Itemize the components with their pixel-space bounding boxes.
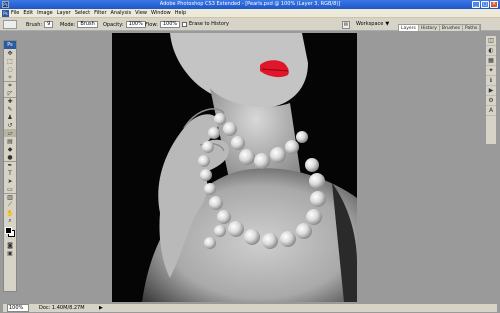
- brush-option: Brush: 9: [26, 21, 54, 28]
- tab-paths[interactable]: Paths: [463, 25, 481, 31]
- navigator-panel-icon[interactable]: ◫: [486, 36, 496, 46]
- brush-icon[interactable]: ✎: [4, 105, 16, 113]
- close-button[interactable]: ×: [490, 1, 498, 8]
- workspace-menu[interactable]: Workspace ▼: [356, 21, 389, 27]
- flow-label: Flow:: [145, 21, 158, 28]
- status-bar: 100% Doc: 1.40M/8.27M ▶: [3, 303, 497, 312]
- document-canvas[interactable]: [112, 33, 357, 302]
- title-bar: Ps Adobe Photoshop CS3 Extended - [Pearl…: [0, 0, 500, 9]
- erase-to-history-option: Erase to History: [182, 21, 229, 27]
- collapsed-panel-dock: ◫ ◐ ▦ ✦ ℹ ▶ ⚙ A: [485, 35, 497, 145]
- tool-presets-panel-icon[interactable]: ⚙: [486, 96, 496, 106]
- color-swatches: [4, 225, 16, 241]
- info-panel-icon[interactable]: ℹ: [486, 76, 496, 86]
- actions-panel-icon[interactable]: ▶: [486, 86, 496, 96]
- healing-brush-icon[interactable]: ✚: [4, 97, 16, 105]
- zoom-icon[interactable]: ⌕: [4, 217, 16, 225]
- window-controls: _ □ ×: [472, 1, 498, 8]
- dodge-icon[interactable]: ●: [4, 153, 16, 161]
- menu-file[interactable]: File: [11, 10, 19, 16]
- menu-view[interactable]: View: [135, 10, 147, 16]
- blur-icon[interactable]: ◆: [4, 145, 16, 153]
- zoom-level-field[interactable]: 100%: [7, 304, 29, 312]
- lasso-icon[interactable]: ◌: [4, 65, 16, 73]
- toolbox: Ps ✥ ⬚ ◌ ✧ ⌗ ◸ ✚ ✎ ♟ ↺ ▱ ▤ ◆ ● ✒ T ➤ ▭ ▥…: [3, 40, 17, 292]
- path-selection-icon[interactable]: ➤: [4, 177, 16, 185]
- brush-size-picker[interactable]: 9: [44, 21, 54, 28]
- pearls-photo: [112, 33, 357, 302]
- menu-help[interactable]: Help: [175, 10, 186, 16]
- foreground-color-swatch[interactable]: [5, 227, 12, 234]
- hand-icon[interactable]: ✋: [4, 209, 16, 217]
- tab-layers[interactable]: Layers: [399, 25, 419, 31]
- pen-icon[interactable]: ✒: [4, 161, 16, 169]
- menu-filter[interactable]: Filter: [94, 10, 106, 16]
- history-brush-icon[interactable]: ↺: [4, 121, 16, 129]
- menu-layer[interactable]: Layer: [57, 10, 71, 16]
- erase-to-history-checkbox[interactable]: [182, 21, 187, 27]
- maximize-button[interactable]: □: [481, 1, 489, 8]
- menu-select[interactable]: Select: [75, 10, 90, 16]
- eyedropper-icon[interactable]: ⟋: [4, 201, 16, 209]
- gradient-icon[interactable]: ▤: [4, 137, 16, 145]
- ps-menu-logo[interactable]: Ps: [2, 10, 9, 17]
- magic-wand-icon[interactable]: ✧: [4, 73, 16, 81]
- opacity-label: Opacity:: [103, 21, 124, 28]
- quick-mask-icon[interactable]: ◙: [4, 241, 16, 249]
- flow-option: Flow: 100%: [145, 21, 181, 28]
- screen-mode-icon[interactable]: ▣: [4, 249, 16, 257]
- window-title: Adobe Photoshop CS3 Extended - [Pearls.p…: [159, 1, 341, 7]
- shape-icon[interactable]: ▭: [4, 185, 16, 193]
- chevron-down-icon: ▼: [385, 21, 390, 27]
- toolbox-ps-badge: Ps: [4, 41, 16, 49]
- type-icon[interactable]: T: [4, 169, 16, 177]
- flow-input[interactable]: 100%: [159, 21, 181, 28]
- menu-window[interactable]: Window: [151, 10, 171, 16]
- crop-icon[interactable]: ⌗: [4, 81, 16, 89]
- notes-icon[interactable]: ▥: [4, 193, 16, 201]
- workspace-label[interactable]: Workspace: [356, 21, 383, 27]
- marquee-icon[interactable]: ⬚: [4, 57, 16, 65]
- tool-preset-picker[interactable]: [3, 20, 17, 29]
- document-size-info: Doc: 1.40M/8.27M: [39, 305, 85, 311]
- panel-dock-tabs: Layers History Brushes Paths: [398, 24, 482, 32]
- mode-label: Mode:: [60, 21, 76, 28]
- opacity-input[interactable]: 100%: [125, 21, 146, 28]
- menu-image[interactable]: Image: [37, 10, 53, 16]
- mode-select[interactable]: Brush: [77, 21, 98, 28]
- character-panel-icon[interactable]: A: [486, 106, 496, 116]
- styles-panel-icon[interactable]: ✦: [486, 66, 496, 76]
- move-icon[interactable]: ✥: [4, 49, 16, 57]
- menu-edit[interactable]: Edit: [23, 10, 33, 16]
- swatches-panel-icon[interactable]: ▦: [486, 56, 496, 66]
- eraser-icon[interactable]: ▱: [4, 129, 16, 137]
- erase-to-history-label: Erase to History: [189, 21, 229, 27]
- mode-option: Mode: Brush: [60, 21, 98, 28]
- opacity-option: Opacity: 100%: [103, 21, 146, 28]
- minimize-button[interactable]: _: [472, 1, 480, 8]
- menu-bar: Ps File Edit Image Layer Select Filter A…: [0, 9, 500, 18]
- tab-brushes[interactable]: Brushes: [440, 25, 464, 31]
- tab-history[interactable]: History: [419, 25, 440, 31]
- clone-stamp-icon[interactable]: ♟: [4, 113, 16, 121]
- airbrush-icon[interactable]: ✉: [342, 21, 350, 29]
- menu-analysis[interactable]: Analysis: [111, 10, 132, 16]
- slice-icon[interactable]: ◸: [4, 89, 16, 97]
- brush-label: Brush:: [26, 21, 43, 28]
- status-menu-arrow-icon[interactable]: ▶: [99, 305, 103, 311]
- color-panel-icon[interactable]: ◐: [486, 46, 496, 56]
- airbrush-option: ✉: [342, 21, 350, 29]
